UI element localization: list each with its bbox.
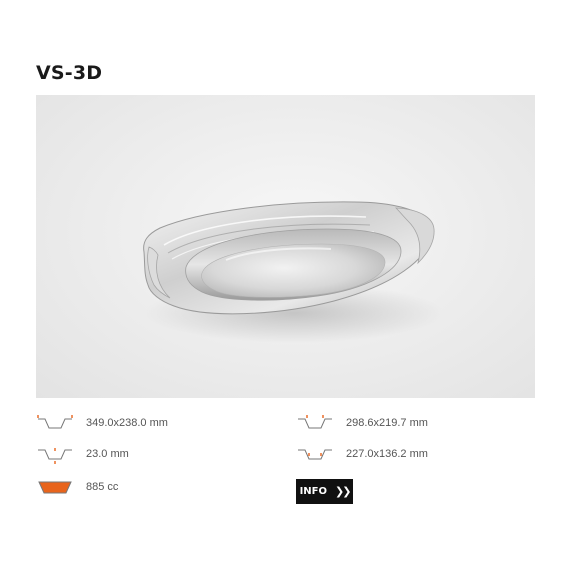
spec-top-dimensions: 349.0x238.0 mm [36,413,168,433]
tray-bottom-width-icon [298,415,332,429]
spec-capacity: 885 cc [36,477,118,497]
spec-capacity-value: 885 cc [86,481,119,493]
info-button-label: INFO [299,486,327,497]
spec-bottom-dimensions-value: 298.6x219.7 mm [346,417,428,429]
spec-top-dimensions-value: 349.0x238.0 mm [86,417,168,429]
tray-capacity-icon [38,481,72,494]
info-button[interactable]: INFO ❯❯ [296,479,353,504]
spec-depth: 23.0 mm [36,444,129,464]
spec-depth-value: 23.0 mm [86,448,129,460]
double-chevron-right-icon: ❯❯ [334,485,352,498]
spec-inner-dimensions: 227.0x136.2 mm [296,444,428,464]
spec-bottom-dimensions: 298.6x219.7 mm [296,413,428,433]
tray-top-width-icon [37,415,73,429]
spec-inner-dimensions-value: 227.0x136.2 mm [346,448,428,460]
product-image [36,95,535,398]
tray-depth-icon [38,448,72,464]
product-code-title: VS-3D [36,62,103,84]
tray-inner-width-icon [298,449,332,460]
